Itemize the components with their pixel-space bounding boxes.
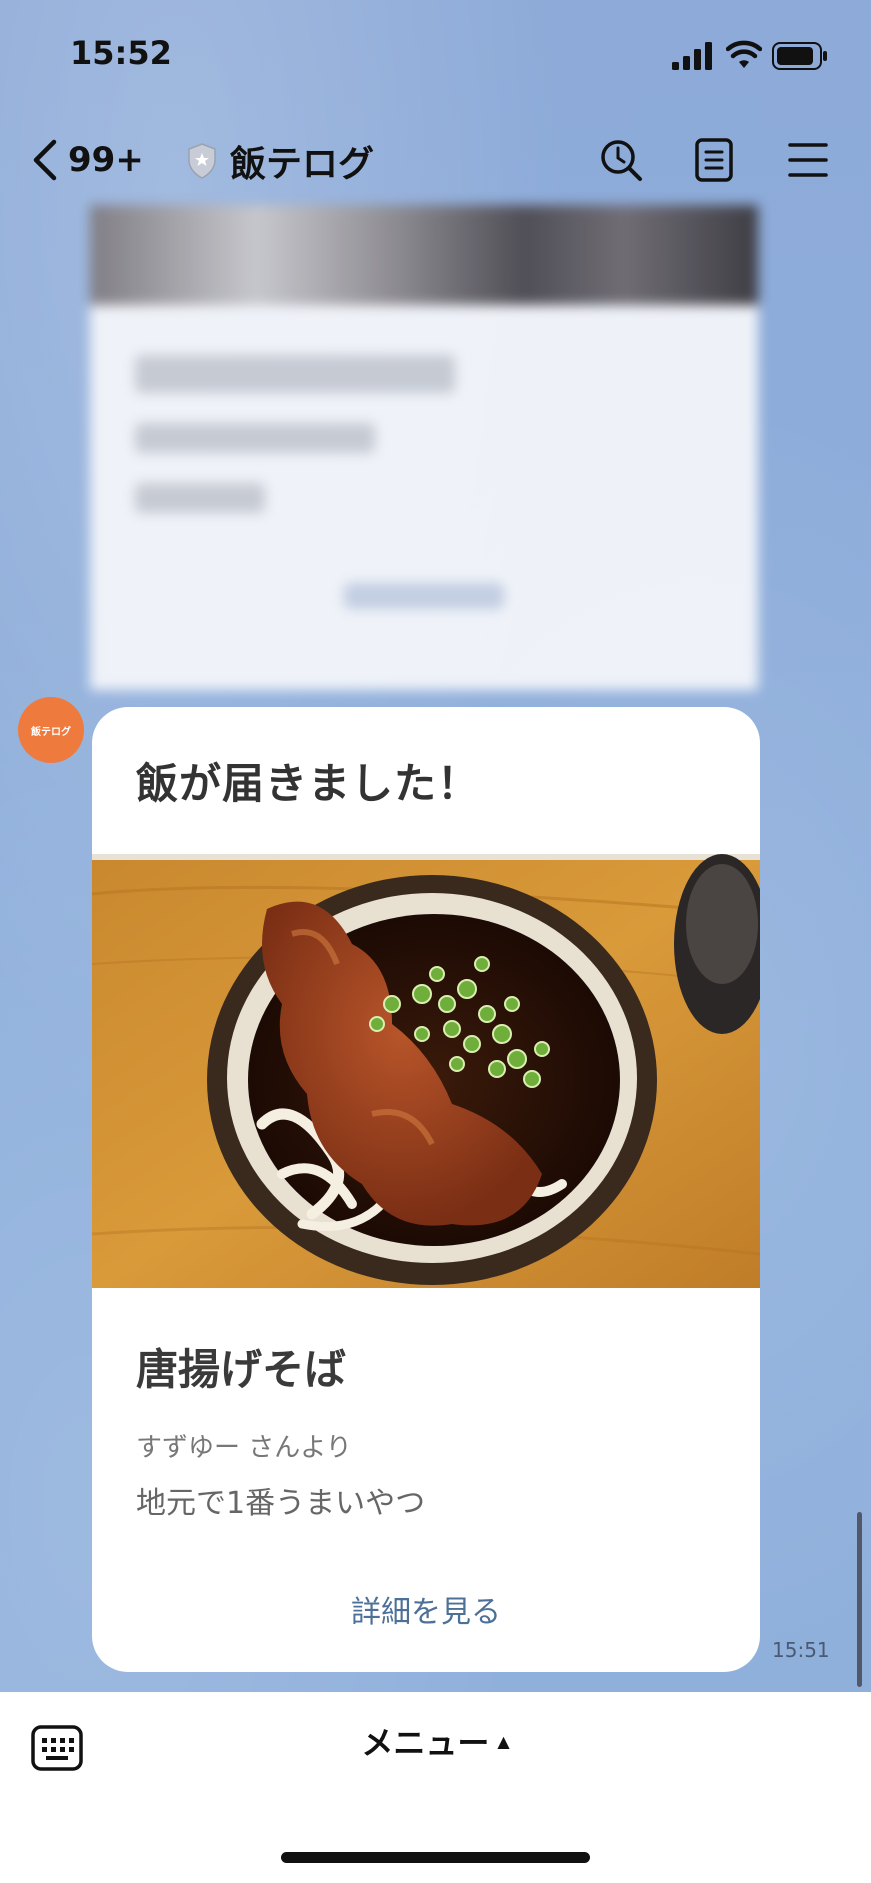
menu-button[interactable] bbox=[780, 132, 836, 188]
menu-label: メニュー bbox=[361, 1724, 490, 1762]
scrollbar[interactable] bbox=[857, 1512, 862, 1687]
battery-icon bbox=[772, 42, 827, 70]
sender-text: すずゆー さんより bbox=[136, 1433, 352, 1463]
notes-button[interactable] bbox=[686, 132, 742, 188]
card-header-title: 飯が届きました！ bbox=[136, 759, 481, 808]
bottom-bar: メニュー ▲ bbox=[0, 1692, 871, 1883]
rich-menu-toggle[interactable]: メニュー ▲ bbox=[0, 1718, 871, 1764]
chevron-left-icon bbox=[33, 139, 57, 181]
previous-message-image bbox=[90, 205, 758, 305]
message-card[interactable]: 飯が届きました！ 唐揚げそば すずゆー さんより 地元で1番うまいやつ 詳細を見… bbox=[92, 707, 760, 1672]
blurred-text-line bbox=[135, 483, 265, 513]
cellular-signal-icon bbox=[672, 42, 712, 70]
chat-title-area[interactable]: 飯テログ bbox=[186, 134, 374, 188]
status-bar: 15:52 bbox=[0, 0, 871, 110]
chat-title: 飯テログ bbox=[230, 144, 375, 185]
comment-text: 地元で1番うまいやつ bbox=[136, 1486, 426, 1521]
message-timestamp: 15:51 bbox=[772, 1638, 830, 1662]
card-header: 飯が届きました！ bbox=[92, 707, 760, 854]
back-button[interactable]: 99+ bbox=[30, 130, 144, 190]
search-icon bbox=[601, 140, 642, 181]
blurred-text-line bbox=[135, 423, 375, 453]
dish-name: 唐揚げそば bbox=[136, 1345, 347, 1394]
card-body: 唐揚げそば すずゆー さんより 地元で1番うまいやつ bbox=[92, 1288, 760, 1522]
blurred-link bbox=[344, 583, 504, 609]
previous-message-card-blurred bbox=[90, 205, 758, 690]
wifi-icon bbox=[726, 40, 762, 68]
hamburger-menu-icon bbox=[788, 143, 828, 177]
food-photo[interactable] bbox=[92, 854, 760, 1288]
chat-header: 99+ 飯テログ bbox=[0, 110, 871, 210]
food-photo-illustration bbox=[92, 854, 760, 1288]
search-button[interactable] bbox=[593, 132, 649, 188]
blurred-text-line bbox=[135, 355, 455, 393]
previous-message-body bbox=[90, 305, 758, 690]
official-account-shield-icon bbox=[188, 143, 216, 179]
unread-count: 99+ bbox=[68, 140, 144, 180]
sender-avatar[interactable]: 飯テログ bbox=[18, 697, 84, 763]
note-icon bbox=[695, 138, 733, 182]
view-details-link[interactable]: 詳細を見る bbox=[92, 1587, 760, 1631]
status-time: 15:52 bbox=[70, 34, 172, 72]
caret-up-icon: ▲ bbox=[497, 1731, 510, 1751]
home-indicator[interactable] bbox=[281, 1852, 590, 1863]
